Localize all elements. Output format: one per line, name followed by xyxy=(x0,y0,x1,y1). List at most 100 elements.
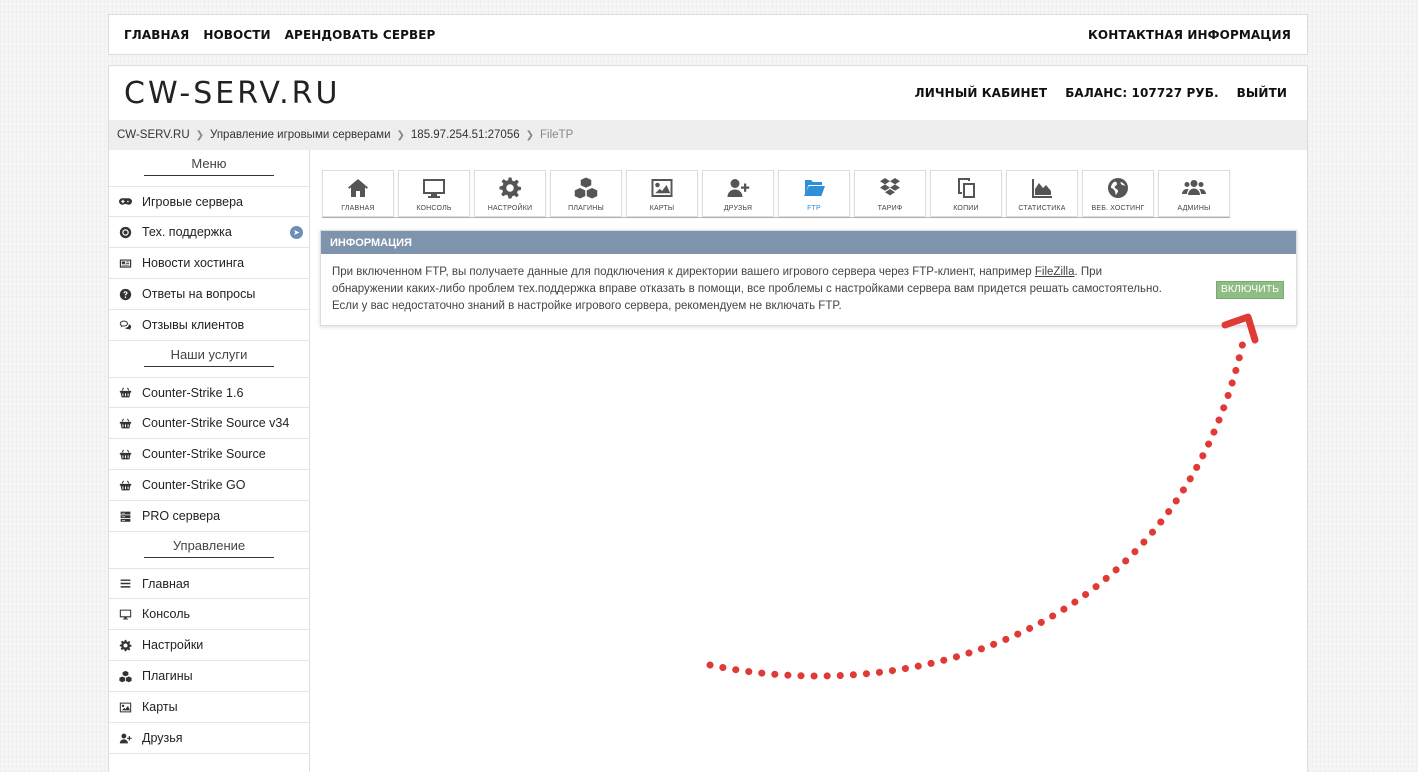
question-icon xyxy=(118,287,132,301)
sidebar-item-faq[interactable]: Ответы на вопросы xyxy=(109,279,309,310)
content-area: Меню Игровые сервера Тех. поддержка ➤ Но… xyxy=(109,150,1307,772)
nav-rent-server-link[interactable]: АРЕНДОВАТЬ СЕРВЕР xyxy=(285,28,436,42)
gear-icon xyxy=(118,638,132,652)
sidebar-item-css-v34[interactable]: Counter-Strike Source v34 xyxy=(109,408,309,439)
tab-label: ДРУЗЬЯ xyxy=(723,205,753,212)
globe-icon xyxy=(1108,178,1128,198)
tab-home[interactable]: ГЛАВНАЯ xyxy=(322,170,394,217)
copy-icon xyxy=(958,178,975,198)
sidebar-heading-menu: Меню xyxy=(109,150,309,182)
balance-link[interactable]: БАЛАНС: 107727 РУБ. xyxy=(1065,86,1218,100)
telegram-icon[interactable]: ➤ xyxy=(290,225,303,239)
enable-ftp-button[interactable]: ВКЛЮЧИТЬ xyxy=(1215,280,1284,299)
breadcrumb-item[interactable]: CW-SERV.RU xyxy=(117,129,190,141)
sidebar-item-label: Консоль xyxy=(142,607,191,621)
info-body: При включенном FTP, вы получаете данные … xyxy=(321,254,1296,325)
nav-news-link[interactable]: НОВОСТИ xyxy=(203,28,270,42)
monitor-icon xyxy=(118,607,132,621)
sidebar-item-css[interactable]: Counter-Strike Source xyxy=(109,439,309,470)
sidebar-item-cs16[interactable]: Counter-Strike 1.6 xyxy=(109,377,309,408)
sidebar-item-main[interactable]: Главная xyxy=(109,568,309,599)
tab-ftp[interactable]: FTP xyxy=(778,170,850,217)
sidebar-item-label: Карты xyxy=(142,700,178,714)
info-box: ИНФОРМАЦИЯ При включенном FTP, вы получа… xyxy=(320,230,1297,326)
sidebar-heading-services: Наши услуги xyxy=(109,341,309,373)
comments-icon xyxy=(118,318,132,332)
sidebar-item-label: Игровые сервера xyxy=(142,194,244,209)
sidebar-item-label: Настройки xyxy=(142,638,204,652)
site-logo[interactable]: CW-SERV.RU xyxy=(124,76,340,111)
sidebar-item-settings[interactable]: Настройки xyxy=(109,630,309,661)
sidebar-item-label: Новости хостинга xyxy=(142,256,245,270)
sidebar-item-maps[interactable]: Карты xyxy=(109,692,309,723)
tab-label: АДМИНЫ xyxy=(1177,205,1211,212)
tab-plugins[interactable]: ПЛАГИНЫ xyxy=(550,170,622,217)
monitor-icon xyxy=(423,179,445,198)
sidebar-item-label: Плагины xyxy=(142,669,193,683)
breadcrumb-item[interactable]: 185.97.254.51:27056 xyxy=(411,129,520,141)
basket-icon xyxy=(118,447,132,461)
server-tabs: ГЛАВНАЯ КОНСОЛЬ НАСТРОЙКИ ПЛАГИНЫ КАРТЫ xyxy=(320,170,1297,217)
main-panel: CW-SERV.RU ЛИЧНЫЙ КАБИНЕТ БАЛАНС: 107727… xyxy=(108,65,1308,772)
sidebar-item-console[interactable]: Консоль xyxy=(109,599,309,630)
nav-home-link[interactable]: ГЛАВНАЯ xyxy=(124,28,189,42)
newspaper-icon xyxy=(118,256,132,270)
sidebar-item-reviews[interactable]: Отзывы клиентов xyxy=(109,310,309,341)
sidebar-item-label: Counter-Strike Source v34 xyxy=(142,416,290,430)
tab-statistics[interactable]: СТАТИСТИКА xyxy=(1006,170,1078,217)
sidebar-item-label: Ответы на вопросы xyxy=(142,287,256,301)
breadcrumb-item[interactable]: Управление игровыми серверами xyxy=(210,129,390,141)
tab-label: КОНСОЛЬ xyxy=(416,205,452,212)
server-icon xyxy=(118,509,132,523)
filezilla-link[interactable]: FileZilla xyxy=(1035,266,1075,278)
breadcrumb-separator-icon: ❯ xyxy=(525,129,535,141)
tab-friends[interactable]: ДРУЗЬЯ xyxy=(702,170,774,217)
cubes-icon xyxy=(118,669,132,683)
sidebar-item-label: Counter-Strike GO xyxy=(142,478,246,492)
tab-label: ПЛАГИНЫ xyxy=(568,205,604,212)
sidebar-item-news[interactable]: Новости хостинга xyxy=(109,248,309,279)
tab-console[interactable]: КОНСОЛЬ xyxy=(398,170,470,217)
sidebar-item-support[interactable]: Тех. поддержка ➤ xyxy=(109,217,309,248)
dropbox-icon xyxy=(880,178,900,196)
tab-tariff[interactable]: ТАРИФ xyxy=(854,170,926,217)
cabinet-link[interactable]: ЛИЧНЫЙ КАБИНЕТ xyxy=(915,86,1048,100)
logout-link[interactable]: ВЫЙТИ xyxy=(1237,86,1287,100)
tabs-divider xyxy=(322,217,1230,218)
breadcrumb-separator-icon: ❯ xyxy=(195,129,205,141)
image-icon xyxy=(118,700,132,714)
sidebar-item-csgo[interactable]: Counter-Strike GO xyxy=(109,470,309,501)
tab-label: НАСТРОЙКИ xyxy=(487,205,533,212)
tab-admins[interactable]: АДМИНЫ xyxy=(1158,170,1230,217)
sidebar-item-plugins[interactable]: Плагины xyxy=(109,661,309,692)
sidebar-item-friends[interactable]: Друзья xyxy=(109,723,309,754)
tab-copies[interactable]: КОПИИ xyxy=(930,170,1002,217)
account-menu: ЛИЧНЫЙ КАБИНЕТ БАЛАНС: 107727 РУБ. ВЫЙТИ xyxy=(915,86,1287,100)
home-icon xyxy=(348,179,368,197)
gamepad-icon xyxy=(118,195,132,209)
sidebar-item-pro-servers[interactable]: PRO сервера xyxy=(109,501,309,532)
basket-icon xyxy=(118,416,132,430)
sidebar-item-game-servers[interactable]: Игровые сервера xyxy=(109,186,309,217)
basket-icon xyxy=(118,386,132,400)
main-content: ГЛАВНАЯ КОНСОЛЬ НАСТРОЙКИ ПЛАГИНЫ КАРТЫ xyxy=(310,150,1307,772)
cubes-icon xyxy=(574,177,598,199)
sidebar-item-label: Counter-Strike Source xyxy=(142,447,266,461)
nav-contact-link[interactable]: КОНТАКТНАЯ ИНФОРМАЦИЯ xyxy=(1088,28,1291,42)
breadcrumb-current: FileTP xyxy=(540,129,574,141)
tab-web-hosting[interactable]: ВЕБ. ХОСТИНГ xyxy=(1082,170,1154,217)
user-plus-icon xyxy=(118,731,132,745)
sidebar-heading-manage: Управление xyxy=(109,532,309,564)
breadcrumb-separator-icon: ❯ xyxy=(396,129,405,141)
breadcrumb: CW-SERV.RU ❯ Управление игровыми сервера… xyxy=(109,120,1307,150)
lifebuoy-icon xyxy=(118,225,132,239)
sidebar-item-label: Главная xyxy=(142,576,190,591)
basket-icon xyxy=(118,478,132,492)
tab-settings[interactable]: НАСТРОЙКИ xyxy=(474,170,546,217)
sidebar-item-label: Друзья xyxy=(142,731,183,745)
list-icon xyxy=(118,577,132,591)
tab-maps[interactable]: КАРТЫ xyxy=(626,170,698,217)
tab-label: КАРТЫ xyxy=(649,205,675,212)
gear-icon xyxy=(499,177,521,199)
top-nav: ГЛАВНАЯ НОВОСТИ АРЕНДОВАТЬ СЕРВЕР КОНТАК… xyxy=(108,14,1308,55)
